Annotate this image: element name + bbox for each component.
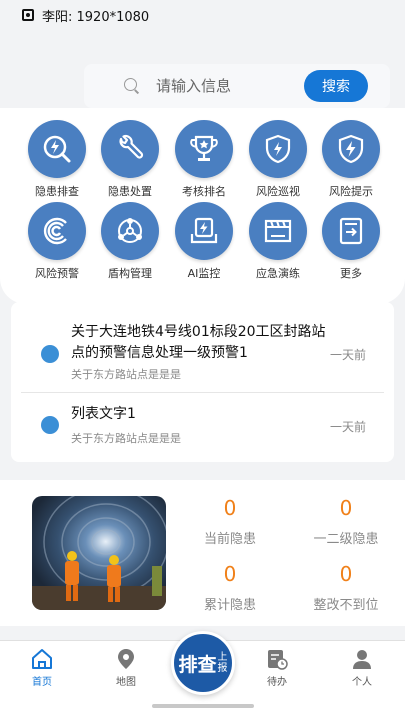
tab-label: 待办 (267, 677, 287, 688)
user-icon (353, 650, 371, 669)
grid-item-risk-warning[interactable]: 风险预警 (22, 202, 92, 281)
tab-label: 个人 (352, 677, 372, 688)
stat-not-rectified[interactable]: 0 整改不到位 (296, 562, 396, 613)
clapperboard-icon (249, 202, 307, 260)
notice-time: 一天前 (329, 420, 366, 434)
grid-item-label: 风险提示 (329, 185, 373, 198)
stat-value: 0 (223, 562, 237, 586)
ai-monitor-icon (175, 202, 233, 260)
signal-icon (28, 202, 86, 260)
stat-current-hazards[interactable]: 0 当前隐患 (180, 496, 280, 547)
stat-level12-hazards[interactable]: 0 一二级隐患 (296, 496, 396, 547)
grid-item-emergency-drill[interactable]: 应急演练 (243, 202, 313, 281)
home-indicator (152, 704, 254, 708)
grid-item-label: 风险预警 (35, 267, 79, 280)
notice-subtitle: 关于东方路站点是是是 (71, 368, 181, 381)
stat-total-hazards[interactable]: 0 累计隐患 (180, 562, 280, 613)
grid-item-hazard-handle[interactable]: 隐患处置 (95, 120, 165, 199)
grid-item-label: 更多 (340, 267, 362, 280)
status-text: 李阳: 1920*1080 (42, 9, 150, 25)
tab-todo[interactable]: 待办 (247, 647, 307, 688)
stat-value: 0 (339, 562, 353, 586)
tab-map[interactable]: 地图 (96, 647, 156, 688)
notice-title: 关于大连地铁4号线01标段20工区封路站点的预警信息处理一级预警1 (71, 324, 326, 361)
report-check-sublabel: 上报 (217, 652, 228, 674)
search-lightning-icon (28, 120, 86, 178)
tab-label: 地图 (116, 677, 136, 688)
dot-icon (41, 345, 59, 363)
tab-label: 首页 (32, 677, 52, 688)
grid-item-label: 应急演练 (256, 267, 300, 280)
grid-item-label: AI监控 (187, 267, 221, 280)
dot-icon (41, 416, 59, 434)
status-bar: 李阳: 1920*1080 (0, 0, 405, 30)
tunnel-photo (32, 496, 166, 610)
notice-title: 列表文字1 (71, 406, 136, 422)
search-icon (124, 78, 140, 94)
more-icon (322, 202, 380, 260)
stat-value: 0 (339, 496, 353, 520)
home-icon (32, 649, 52, 669)
stat-label: 累计隐患 (203, 598, 256, 613)
network-icon (101, 202, 159, 260)
grid-item-risk-tip[interactable]: 风险提示 (316, 120, 386, 199)
stat-label: 一二级隐患 (313, 532, 379, 547)
grid-item-label: 隐患处置 (108, 185, 152, 198)
notification-icon (22, 9, 34, 21)
search-button[interactable]: 搜索 (304, 70, 368, 102)
search-input[interactable] (156, 77, 286, 95)
divider (21, 392, 384, 393)
todo-clock-icon (268, 650, 288, 670)
notice-subtitle: 关于东方路站点是是是 (71, 432, 181, 445)
report-check-label: 排查 (178, 653, 217, 676)
tab-profile[interactable]: 个人 (332, 647, 392, 688)
grid-item-risk-patrol[interactable]: 风险巡视 (243, 120, 313, 199)
tab-home[interactable]: 首页 (12, 647, 72, 688)
search-bar: 搜索 (84, 64, 390, 108)
report-check-button[interactable]: 排查 上报 (171, 631, 235, 695)
stat-value: 0 (223, 496, 237, 520)
grid-item-shield-machine[interactable]: 盾构管理 (95, 202, 165, 281)
grid-item-label: 盾构管理 (108, 267, 152, 280)
trophy-icon (175, 120, 233, 178)
stat-label: 整改不到位 (313, 598, 379, 613)
grid-item-ranking[interactable]: 考核排名 (169, 120, 239, 199)
grid-item-label: 隐患排查 (35, 185, 79, 198)
search-box[interactable] (124, 72, 299, 100)
grid-item-label: 考核排名 (182, 185, 226, 198)
grid-item-ai-monitor[interactable]: AI监控 (169, 202, 239, 281)
stat-label: 当前隐患 (203, 532, 256, 547)
bottom-tab-bar: 首页 地图 排查 上报 待办 个人 (0, 631, 405, 720)
shield-icon (249, 120, 307, 178)
shield-lightning-icon (322, 120, 380, 178)
stats-panel: 0 当前隐患 0 一二级隐患 0 累计隐患 0 整改不到位 (0, 480, 405, 626)
notice-list: 关于大连地铁4号线01标段20工区封路站点的预警信息处理一级预警1 关于东方路站… (11, 302, 394, 462)
grid-item-label: 风险巡视 (256, 185, 300, 198)
function-grid: 隐患排查 隐患处置 考核排名 风险巡视 风险提示 风险预警 盾构管理 AI监控 … (0, 108, 405, 304)
wrench-icon (101, 120, 159, 178)
grid-item-hazard-check[interactable]: 隐患排查 (22, 120, 92, 199)
grid-item-more[interactable]: 更多 (316, 202, 386, 281)
map-pin-icon (118, 649, 134, 669)
notice-time: 一天前 (329, 348, 366, 362)
